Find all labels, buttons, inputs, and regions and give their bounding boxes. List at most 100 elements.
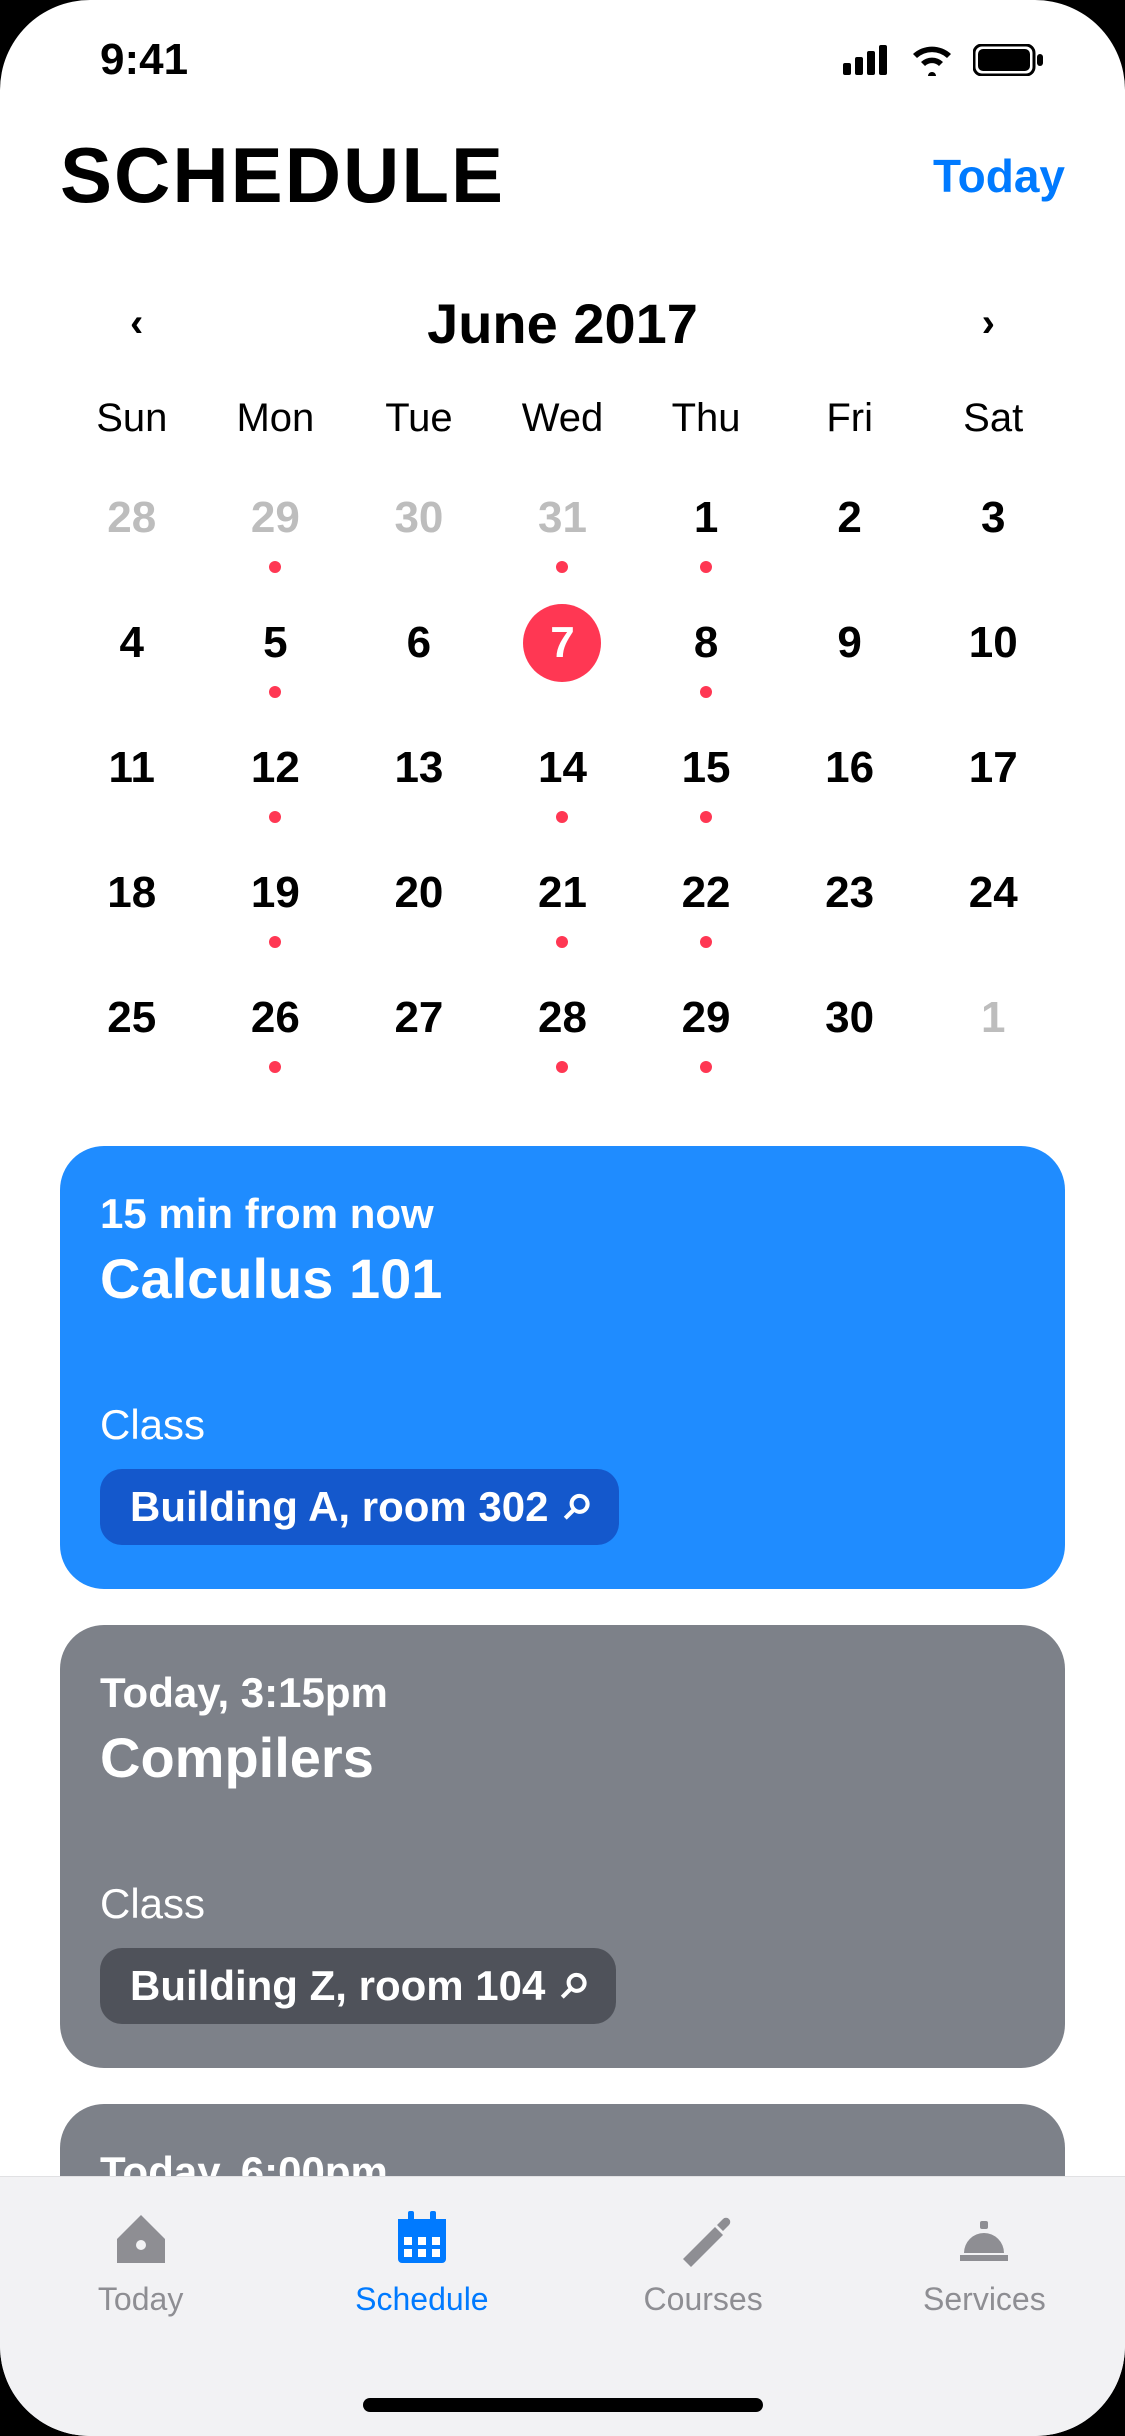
tab-services[interactable]: Services xyxy=(844,2207,1125,2436)
event-card[interactable]: Today, 3:15pmCompilersClassBuilding Z, r… xyxy=(60,1625,1065,2068)
calendar-day[interactable]: 18 xyxy=(60,836,204,961)
tab-label: Schedule xyxy=(355,2281,488,2318)
event-location-button[interactable]: Building Z, room 104⚲ xyxy=(100,1948,616,2024)
event-location-label: Building Z, room 104 xyxy=(130,1962,545,2010)
calendar-day[interactable]: 23 xyxy=(778,836,922,961)
weekday-label: Tue xyxy=(347,386,491,461)
event-time: 15 min from now xyxy=(100,1190,1025,1238)
day-number: 6 xyxy=(380,604,458,682)
day-number: 3 xyxy=(954,479,1032,557)
calendar-day[interactable]: 8 xyxy=(634,586,778,711)
day-number: 7 xyxy=(523,604,601,682)
day-number: 9 xyxy=(811,604,889,682)
day-number: 8 xyxy=(667,604,745,682)
day-number: 30 xyxy=(380,479,458,557)
courses-icon xyxy=(671,2207,735,2271)
wifi-icon xyxy=(909,44,955,76)
status-icons xyxy=(843,44,1045,76)
day-number: 27 xyxy=(380,979,458,1057)
schedule-icon xyxy=(390,2207,454,2271)
tab-label: Courses xyxy=(644,2281,763,2318)
calendar-day[interactable]: 1 xyxy=(634,461,778,586)
services-icon xyxy=(952,2207,1016,2271)
day-number: 29 xyxy=(667,979,745,1057)
day-number: 26 xyxy=(236,979,314,1057)
calendar-day[interactable]: 13 xyxy=(347,711,491,836)
calendar-day[interactable]: 30 xyxy=(347,461,491,586)
day-number: 2 xyxy=(811,479,889,557)
event-card[interactable]: 15 min from nowCalculus 101ClassBuilding… xyxy=(60,1146,1065,1589)
calendar-day[interactable]: 26 xyxy=(204,961,348,1086)
event-dot xyxy=(700,686,712,698)
event-dot xyxy=(269,936,281,948)
calendar-day[interactable]: 2 xyxy=(778,461,922,586)
calendar-day[interactable]: 12 xyxy=(204,711,348,836)
day-number: 13 xyxy=(380,729,458,807)
calendar-day[interactable]: 20 xyxy=(347,836,491,961)
calendar-day[interactable]: 22 xyxy=(634,836,778,961)
calendar-day[interactable]: 31 xyxy=(491,461,635,586)
weekday-label: Wed xyxy=(491,386,635,461)
calendar-day[interactable]: 1 xyxy=(921,961,1065,1086)
calendar-day[interactable]: 10 xyxy=(921,586,1065,711)
weekday-row: SunMonTueWedThuFriSat xyxy=(60,386,1065,461)
calendar-day[interactable]: 21 xyxy=(491,836,635,961)
calendar-day[interactable]: 6 xyxy=(347,586,491,711)
calendar-day[interactable]: 19 xyxy=(204,836,348,961)
day-number: 1 xyxy=(667,479,745,557)
tab-bar: Today Schedule Courses Services xyxy=(0,2176,1125,2436)
event-dot xyxy=(269,561,281,573)
event-dot xyxy=(700,811,712,823)
tab-today[interactable]: Today xyxy=(0,2207,281,2436)
location-pin-icon: ⚲ xyxy=(551,1963,597,2009)
event-dot xyxy=(269,811,281,823)
event-dot xyxy=(700,936,712,948)
weekday-label: Fri xyxy=(778,386,922,461)
calendar-day[interactable]: 25 xyxy=(60,961,204,1086)
prev-month-button[interactable]: ‹ xyxy=(110,291,163,356)
month-label: June 2017 xyxy=(427,291,698,356)
calendar-day[interactable]: 7 xyxy=(491,586,635,711)
calendar-day[interactable]: 29 xyxy=(634,961,778,1086)
event-dot xyxy=(700,561,712,573)
event-dot xyxy=(269,686,281,698)
weekday-label: Thu xyxy=(634,386,778,461)
calendar-day[interactable]: 16 xyxy=(778,711,922,836)
calendar-day[interactable]: 28 xyxy=(60,461,204,586)
calendar-day[interactable]: 14 xyxy=(491,711,635,836)
event-dot xyxy=(556,1061,568,1073)
event-dot xyxy=(556,811,568,823)
calendar-day[interactable]: 29 xyxy=(204,461,348,586)
day-number: 18 xyxy=(93,854,171,932)
calendar-day[interactable]: 4 xyxy=(60,586,204,711)
day-number: 28 xyxy=(523,979,601,1057)
day-number: 15 xyxy=(667,729,745,807)
status-bar: 9:41 xyxy=(0,0,1125,120)
day-number: 28 xyxy=(93,479,171,557)
calendar-day[interactable]: 27 xyxy=(347,961,491,1086)
calendar-day[interactable]: 11 xyxy=(60,711,204,836)
next-month-button[interactable]: › xyxy=(962,291,1015,356)
event-location-button[interactable]: Building A, room 302⚲ xyxy=(100,1469,619,1545)
header: SCHEDULE Today xyxy=(0,120,1125,261)
calendar-day[interactable]: 15 xyxy=(634,711,778,836)
day-number: 31 xyxy=(523,479,601,557)
calendar-day[interactable]: 30 xyxy=(778,961,922,1086)
day-number: 22 xyxy=(667,854,745,932)
event-dot xyxy=(556,936,568,948)
today-button[interactable]: Today xyxy=(933,149,1065,203)
calendar-day[interactable]: 3 xyxy=(921,461,1065,586)
event-time: Today, 3:15pm xyxy=(100,1669,1025,1717)
event-location-label: Building A, room 302 xyxy=(130,1483,548,1531)
day-number: 30 xyxy=(811,979,889,1057)
event-dot xyxy=(556,561,568,573)
calendar-day[interactable]: 5 xyxy=(204,586,348,711)
event-dot xyxy=(700,1061,712,1073)
weekday-label: Mon xyxy=(204,386,348,461)
calendar-day[interactable]: 24 xyxy=(921,836,1065,961)
calendar-day[interactable]: 9 xyxy=(778,586,922,711)
day-number: 21 xyxy=(523,854,601,932)
calendar-day[interactable]: 17 xyxy=(921,711,1065,836)
home-indicator[interactable] xyxy=(363,2398,763,2412)
calendar-day[interactable]: 28 xyxy=(491,961,635,1086)
